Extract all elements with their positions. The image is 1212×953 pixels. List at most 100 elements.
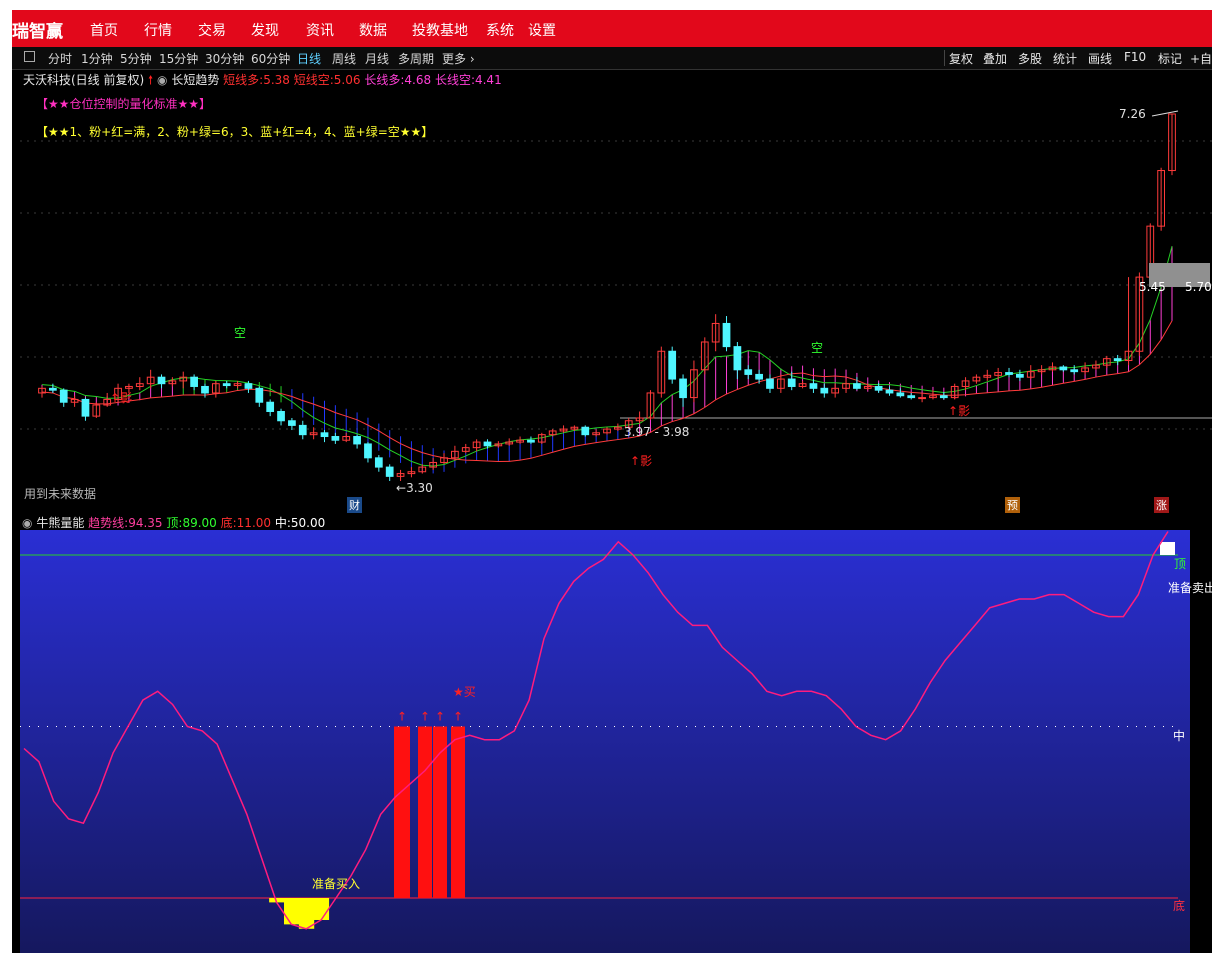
candle-body [288,420,296,426]
candle-body [1113,358,1122,362]
bottom-label: 底: [220,516,237,530]
candle-body [939,395,948,399]
top-menu-bar: 瑞智赢 首页 行情 交易 发现 资讯 数据 投教基地 系统 设置 [12,10,1212,47]
period-1min[interactable]: 1分钟 [81,50,113,67]
box-right-label: 5.70 [1185,280,1212,294]
box-left-label: 5.45 [1139,280,1166,294]
indicator-background [20,530,1190,953]
tool-add-watchlist[interactable]: +自选 [1190,50,1212,67]
marker-yu[interactable]: 预 [1005,497,1020,513]
tool-f10[interactable]: F10 [1124,50,1146,64]
period-monthly[interactable]: 月线 [365,50,389,67]
candle-body [222,383,231,387]
menu-market[interactable]: 行情 [144,20,172,40]
candle-body [809,383,818,389]
position-title: 【★★仓位控制的量化标准★★】 [36,97,212,111]
period-15min[interactable]: 15分钟 [159,50,198,67]
candle-body [679,378,687,399]
top-signal-box [1160,542,1175,555]
candle-body [668,350,677,380]
menu-news[interactable]: 资讯 [306,20,334,40]
period-60min[interactable]: 60分钟 [251,50,290,67]
high-pointer-line [1151,110,1179,117]
period-daily[interactable]: 日线 [297,50,321,67]
kong-marker-2: 空 [811,341,824,355]
tool-draw[interactable]: 画线 [1088,50,1112,67]
buy-signal-bar [418,726,432,898]
prepare-sell-label: 准备卖出 [1168,581,1212,595]
long-short-value: 4.41 [474,73,502,87]
period-more[interactable]: 更多 › [442,50,475,67]
short-short-value: 5.06 [333,73,361,87]
menu-home[interactable]: 首页 [90,20,118,40]
tool-overlay[interactable]: 叠加 [983,50,1007,67]
candle-body [374,457,383,468]
buy-arrow-icon: ↑ [453,710,463,724]
bottom-line-label: 底 [1173,899,1186,913]
arrow-up-icon: ↑ [630,454,641,468]
candle-body [885,389,894,394]
candle-body [244,383,253,389]
trend-indicator-chart[interactable]: ↑ ↑ ↑ ↑ [20,513,1212,953]
menu-settings[interactable]: 设置 [528,20,556,40]
panel-toggle-icon[interactable] [24,51,35,62]
candle-body [766,378,774,389]
period-multi[interactable]: 多周期 [398,50,434,67]
chart-header: 天沃科技(日线 前复权) 🠕 ◉ 长短趋势 短线多:5.38 短线空:5.06 … [23,71,502,92]
marker-zhang[interactable]: 涨 [1154,497,1169,513]
candle-body [787,378,796,387]
stock-title: 天沃科技(日线 前复权) [23,73,145,87]
candle-body [255,387,264,403]
tool-adjust[interactable]: 复权 [949,50,973,67]
top-value: 89.00 [182,516,217,530]
mid-label: 中: [274,516,291,530]
bottom-value: 11.00 [236,516,272,530]
chevron-right-icon: › [466,52,475,66]
period-5min[interactable]: 5分钟 [120,50,152,67]
tool-stats[interactable]: 统计 [1053,50,1077,67]
menu-system[interactable]: 系统 [486,20,514,40]
tool-multi-stock[interactable]: 多股 [1018,50,1042,67]
candle-body [277,410,285,422]
menu-education[interactable]: 投教基地 [412,20,468,40]
candle-body [353,436,361,445]
candle-body [298,424,307,436]
arrow-up-icon: ↑ [948,404,959,418]
trading-app: 瑞智赢 首页 行情 交易 发现 资讯 数据 投教基地 系统 设置 分时 1分钟 … [12,10,1212,953]
toolbar-divider [944,50,945,66]
position-rules: 【★★1、粉+红=满，2、粉+绿=6，3、蓝+红=4，4、蓝+绿=空★★】 [36,125,434,139]
brand-logo: 瑞智赢 [12,22,63,42]
candle-body [190,376,198,387]
bottom-fill-bar [284,898,300,925]
long-long-label: 长线多: [364,73,405,87]
period-30min[interactable]: 30分钟 [205,50,244,67]
mid-value: 50.00 [290,516,326,530]
candle-body [81,398,90,417]
bottom-fill-bar [298,898,315,929]
candle-body [1059,366,1068,371]
price-chart-panel[interactable]: 天沃科技(日线 前复权) 🠕 ◉ 长短趋势 短线多:5.38 短线空:5.06 … [20,69,1212,513]
tool-mark[interactable]: 标记 [1158,50,1182,67]
arrow-up-icon: ↑ [110,391,121,405]
low-price-value: 3.30 [406,481,433,495]
star-buy-label: ★买 [453,685,476,699]
menu-discover[interactable]: 发现 [251,20,279,40]
candle-body [744,369,753,375]
candle-body [733,346,742,371]
indicator-menu-icon[interactable]: ◉ [22,516,32,530]
period-fenshi[interactable]: 分时 [48,50,72,67]
menu-trade[interactable]: 交易 [198,20,226,40]
ying-label: 影 [640,454,653,468]
candle-body [1070,369,1079,373]
candle-body [1005,372,1013,375]
menu-data[interactable]: 数据 [359,20,387,40]
buy-arrow-icon: ↑ [435,710,445,724]
candle-body [483,441,492,447]
indicator-title: 牛熊量能 [36,516,85,530]
future-data-note: 用到未来数据 [24,487,97,501]
period-weekly[interactable]: 周线 [332,50,356,67]
marker-cai[interactable]: 财 [347,497,362,513]
candle-body [918,397,926,400]
indicator-panel[interactable]: ↑ ↑ ↑ ↑ ◉ 牛熊量能 趋势线:94.35 顶:89.00 底:11.00 中:… [20,513,1212,953]
indicator-menu-icon[interactable]: ◉ [157,73,167,87]
